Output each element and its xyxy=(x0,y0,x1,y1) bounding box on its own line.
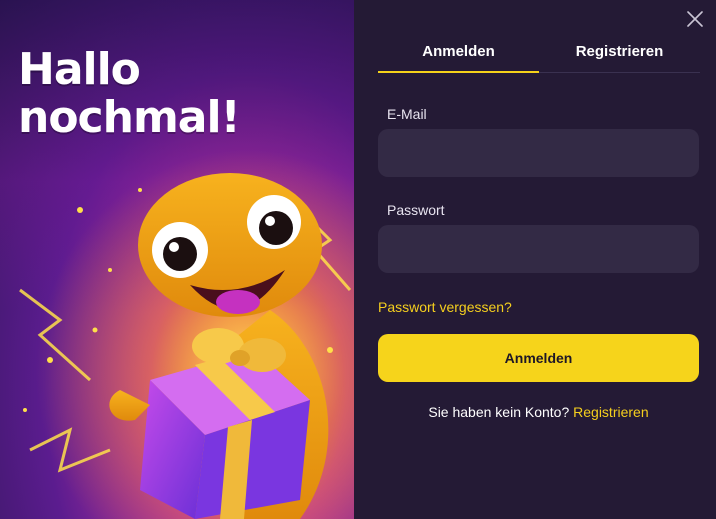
promo-title-line1: Hallo xyxy=(18,44,141,95)
password-field[interactable] xyxy=(378,225,699,273)
promo-panel: Hallo nochmal! xyxy=(0,0,354,519)
tab-login[interactable]: Anmelden xyxy=(378,38,539,73)
email-label: E-Mail xyxy=(387,106,427,122)
login-form-panel: Anmelden Registrieren E-Mail Passwort Pa… xyxy=(354,0,716,519)
register-prompt: Sie haben kein Konto? Registrieren xyxy=(378,404,699,420)
register-link[interactable]: Registrieren xyxy=(573,404,648,420)
login-button[interactable]: Anmelden xyxy=(378,334,699,382)
mascot-gift-illustration xyxy=(0,150,354,519)
password-label: Passwort xyxy=(387,202,445,218)
login-modal: Hallo nochmal! Anmelden Registrieren E-M… xyxy=(0,0,716,519)
promo-title: Hallo nochmal! xyxy=(18,44,241,143)
auth-tabs: Anmelden Registrieren xyxy=(378,38,700,73)
email-field[interactable] xyxy=(378,129,699,177)
no-account-text: Sie haben kein Konto? xyxy=(428,404,570,420)
close-button[interactable] xyxy=(684,8,706,30)
promo-title-line2: nochmal! xyxy=(18,92,241,143)
tab-register[interactable]: Registrieren xyxy=(539,38,700,72)
close-icon xyxy=(687,11,703,27)
forgot-password-link[interactable]: Passwort vergessen? xyxy=(378,299,512,315)
